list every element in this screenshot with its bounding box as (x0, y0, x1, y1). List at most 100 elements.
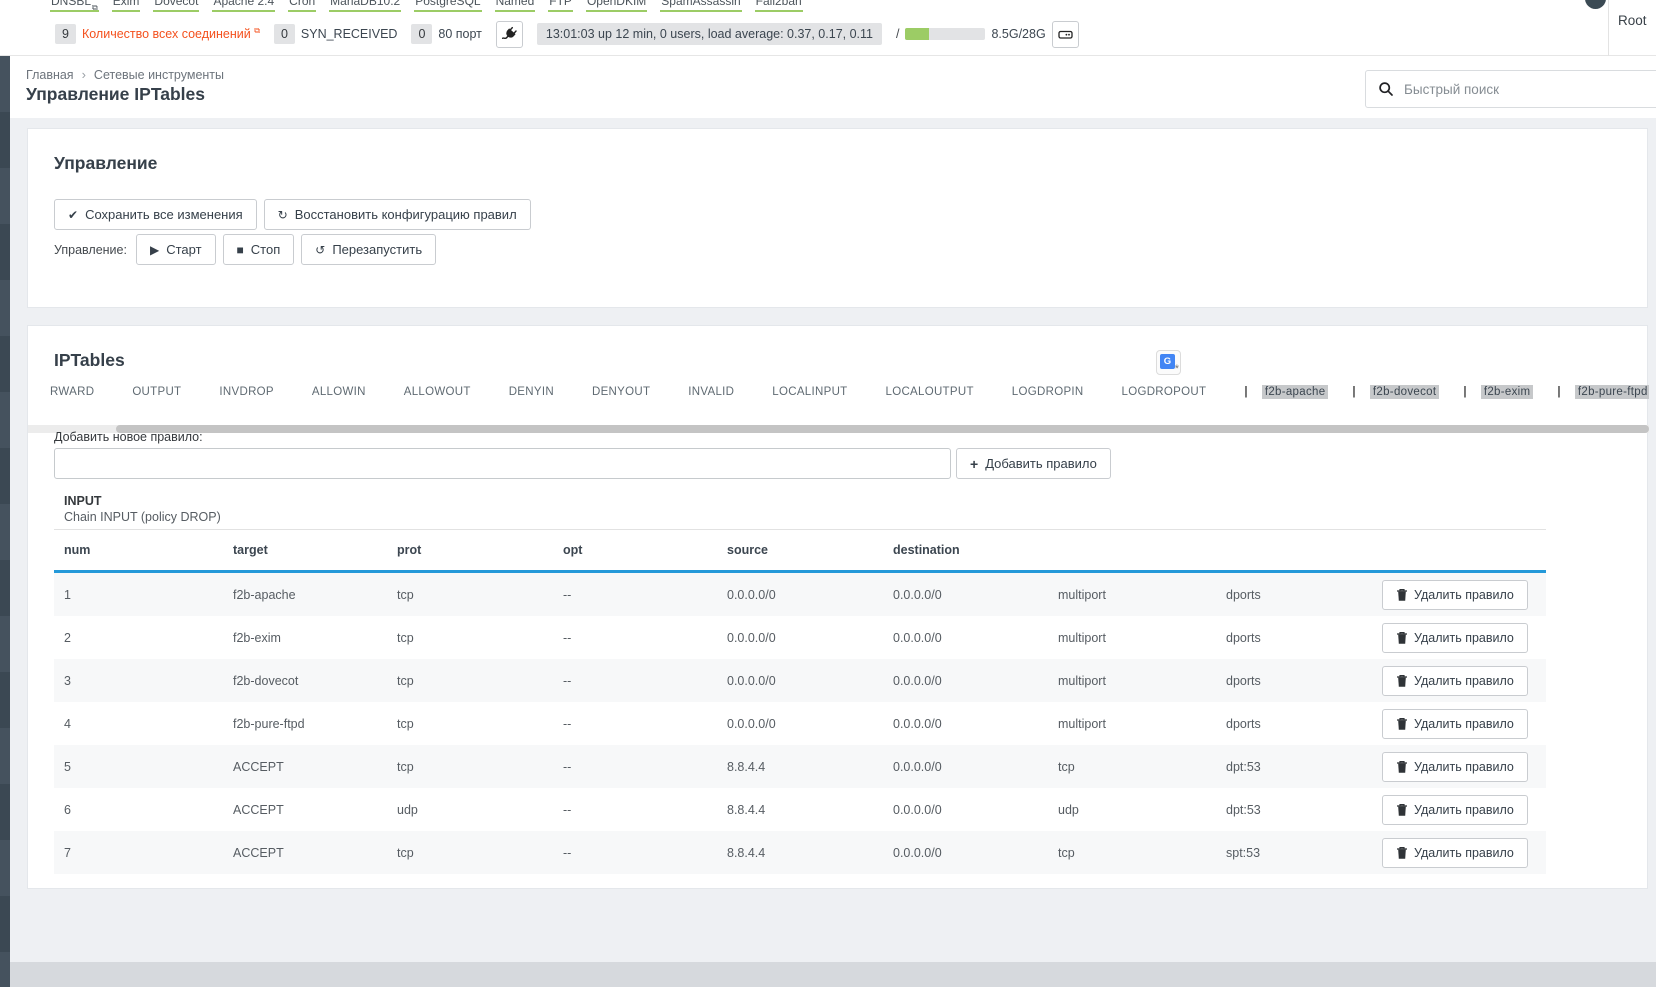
delete-rule-button[interactable]: Удалить правило (1382, 623, 1528, 653)
cell-num: 1 (54, 588, 223, 602)
chain-tab[interactable]: LOGDROPIN (1012, 386, 1084, 398)
service-link[interactable]: Fail2ban (755, 0, 803, 12)
column-header: opt (553, 543, 717, 557)
chain-description: Chain INPUT (policy DROP) (64, 510, 221, 524)
user-avatar[interactable] (1585, 0, 1606, 9)
header-divider (1608, 0, 1609, 56)
stop-button[interactable]: ■ Стоп (223, 234, 295, 265)
add-rule-button[interactable]: + Добавить правило (956, 448, 1111, 479)
table-row: 7 ACCEPT tcp -- 8.8.4.4 0.0.0.0/0 tcp sp… (54, 831, 1546, 874)
service-link[interactable]: MariaDB10.2 (329, 0, 401, 12)
cell-ports: dports (1216, 588, 1382, 602)
chain-tab[interactable]: INVALID (688, 386, 734, 398)
chain-tabs-plain: RWARD OUTPUT INVDROP ALLOWIN ALLOWOUT DENYIN D… (50, 386, 1206, 398)
scrollbar-thumb[interactable] (116, 425, 1649, 433)
iptables-panel: IPTables G * RWARD OUTPUT INVDROP ALLOWIN AL… (27, 325, 1648, 889)
cell-opt: -- (553, 588, 717, 602)
service-link[interactable]: OpenDKIM (586, 0, 647, 12)
quick-search-box (1365, 70, 1656, 108)
delete-rule-button[interactable]: Удалить правило (1382, 709, 1528, 739)
cell-num: 3 (54, 674, 223, 688)
management-panel: Управление ✔ Сохранить все изменения ↻ В… (27, 128, 1648, 308)
trash-icon (1396, 803, 1408, 817)
google-translate-button[interactable]: G * (1156, 350, 1181, 375)
cell-target: f2b-exim (223, 631, 387, 645)
search-icon (1378, 81, 1394, 97)
service-link[interactable]: PostgreSQL (414, 0, 481, 12)
cell-target: f2b-dovecot (223, 674, 387, 688)
chain-name: INPUT (64, 494, 102, 508)
column-header: prot (387, 543, 553, 557)
chain-tab-highlighted[interactable]: f2b-exim (1481, 385, 1534, 399)
chain-tab[interactable]: OUTPUT (132, 386, 181, 398)
cell-source: 0.0.0.0/0 (717, 717, 883, 731)
search-input[interactable] (1404, 82, 1652, 97)
service-link[interactable]: Dovecot (153, 0, 199, 12)
services-nav: DNSBL ⧉ Exim Dovecot Apache 2.4 Cron MariaDB… (50, 0, 803, 12)
table-body: 1 f2b-apache tcp -- 0.0.0.0/0 0.0.0.0/0 … (54, 573, 1546, 874)
service-link-dnsbl[interactable]: DNSBL ⧉ (50, 0, 99, 12)
chain-tab-highlighted[interactable]: f2b-apache (1262, 385, 1329, 399)
cell-source: 0.0.0.0/0 (717, 674, 883, 688)
chain-tab[interactable]: DENYOUT (592, 386, 650, 398)
service-label: DNSBL (51, 0, 91, 9)
chevron-right-icon: › (82, 67, 86, 82)
cell-num: 5 (54, 760, 223, 774)
add-rule-button-label: Добавить правило (985, 456, 1097, 471)
cell-target: ACCEPT (223, 846, 387, 860)
service-link[interactable]: Apache 2.4 (212, 0, 275, 12)
chain-tab[interactable]: DENYIN (509, 386, 554, 398)
trash-icon (1396, 760, 1408, 774)
cell-prot: tcp (387, 674, 553, 688)
service-link[interactable]: Cron (288, 0, 316, 12)
delete-rule-label: Удалить правило (1414, 803, 1514, 817)
user-name[interactable]: Root (1618, 13, 1647, 28)
new-rule-input[interactable] (54, 448, 951, 479)
save-all-changes-button[interactable]: ✔ Сохранить все изменения (54, 199, 257, 230)
service-link[interactable]: Named (495, 0, 536, 12)
iptables-panel-title: IPTables (54, 350, 125, 371)
trash-icon (1396, 631, 1408, 645)
disk-button[interactable] (1052, 21, 1079, 48)
port80-label: 80 порт (438, 27, 482, 41)
connections-count-badge: 9 (55, 24, 76, 44)
delete-rule-button[interactable]: Удалить правило (1382, 580, 1528, 610)
start-button[interactable]: ▶ Старт (136, 234, 216, 265)
restore-config-button[interactable]: ↻ Восстановить конфигурацию правил (264, 199, 531, 230)
delete-rule-button[interactable]: Удалить правило (1382, 795, 1528, 825)
chain-tab-wrap: f2b-exim (1463, 385, 1533, 399)
chain-tab[interactable]: INVDROP (219, 386, 274, 398)
restart-button[interactable]: ↺ Перезапустить (301, 234, 436, 265)
delete-rule-button[interactable]: Удалить правило (1382, 752, 1528, 782)
chain-tab[interactable]: ALLOWOUT (404, 386, 471, 398)
chain-tab[interactable]: RWARD (50, 386, 94, 398)
tabs-horizontal-scrollbar (28, 425, 1649, 433)
service-link[interactable]: FTP (548, 0, 573, 12)
sidebar-edge[interactable] (0, 56, 10, 987)
cell-target: f2b-apache (223, 588, 387, 602)
chain-tab[interactable]: ALLOWIN (312, 386, 366, 398)
cell-match: tcp (1048, 846, 1216, 860)
chain-tab-wrap: f2b-dovecot (1352, 385, 1439, 399)
chain-tab[interactable]: LOGDROPOUT (1122, 386, 1207, 398)
cell-source: 0.0.0.0/0 (717, 631, 883, 645)
plug-button[interactable] (496, 21, 523, 48)
refresh-icon: ↻ (278, 209, 288, 221)
service-link[interactable]: SpamAssassin (660, 0, 741, 12)
column-header: destination (883, 543, 1048, 557)
port80-count-badge: 0 (411, 24, 432, 44)
service-link[interactable]: Exim (112, 0, 141, 12)
save-all-changes-label: Сохранить все изменения (85, 207, 243, 222)
cell-target: ACCEPT (223, 760, 387, 774)
breadcrumb-section[interactable]: Сетевые инструменты (94, 68, 224, 82)
stop-icon: ■ (237, 244, 244, 256)
delete-rule-button[interactable]: Удалить правило (1382, 838, 1528, 868)
delete-rule-button[interactable]: Удалить правило (1382, 666, 1528, 696)
chain-tab-highlighted[interactable]: f2b-dovecot (1370, 385, 1439, 399)
connections-link[interactable]: Количество всех соединений ⧉ (82, 26, 260, 41)
chain-tab[interactable]: LOCALOUTPUT (886, 386, 974, 398)
chain-tab[interactable]: LOCALINPUT (772, 386, 847, 398)
chain-tab-highlighted[interactable]: f2b-pure-ftpd (1575, 385, 1649, 399)
cell-prot: udp (387, 803, 553, 817)
breadcrumb-home[interactable]: Главная (26, 68, 74, 82)
